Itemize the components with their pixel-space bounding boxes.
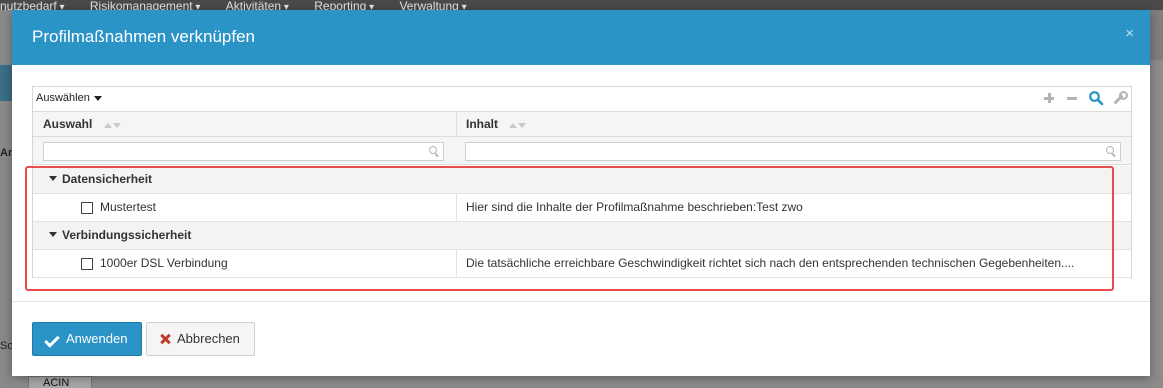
nav-item: Reporting — [314, 0, 374, 10]
background-tab: ACIN — [28, 376, 92, 388]
check-icon — [45, 333, 58, 342]
grid-tool-icons — [1038, 90, 1128, 106]
apply-button[interactable]: Anwenden — [32, 322, 142, 356]
search-icon — [1106, 146, 1117, 157]
select-dropdown[interactable]: Auswählen — [36, 92, 102, 104]
nav-item: Verwaltung — [399, 0, 466, 10]
group-row-connection-security[interactable]: Verbindungssicherheit — [33, 222, 1131, 250]
group-label: Datensicherheit — [62, 172, 153, 186]
row-checkbox[interactable] — [81, 202, 93, 214]
cancel-button-label: Abbrechen — [177, 331, 240, 346]
selection-filter-input[interactable] — [43, 142, 444, 161]
row-content: Hier sind die Inhalte der Profilmaßnahme… — [466, 200, 803, 214]
cell-divider — [456, 250, 457, 278]
chevron-down-icon — [49, 232, 57, 238]
dialog-header: Profilmaßnahmen verknüpfen × — [12, 10, 1150, 65]
chevron-down-icon — [93, 95, 102, 101]
wrench-icon[interactable] — [1111, 90, 1128, 106]
group-toggle[interactable]: Verbindungssicherheit — [49, 222, 191, 249]
grid-header-row: Auswahl Inhalt — [33, 111, 1131, 137]
collapse-all-icon[interactable] — [1064, 90, 1080, 106]
select-dropdown-label: Auswählen — [36, 92, 90, 104]
background-accent-strip — [0, 65, 12, 101]
close-icon[interactable]: × — [1125, 25, 1134, 42]
group-row-data-security[interactable]: Datensicherheit — [33, 166, 1131, 194]
grid-filter-row — [33, 137, 1131, 165]
close-icon — [160, 334, 170, 344]
row-checkbox[interactable] — [81, 258, 93, 270]
grid-toolbar: Auswählen — [33, 87, 1131, 111]
background-nav-bar: nutzbedarf Risikomanagement Aktivitäten … — [0, 0, 1163, 10]
footer-divider — [12, 301, 1150, 302]
column-header-label: Auswahl — [43, 117, 93, 131]
search-icon[interactable] — [1088, 90, 1104, 106]
measures-grid: Auswählen Auswahl Inhalt Datensicherheit… — [32, 86, 1132, 278]
background-left-panel: An So — [0, 10, 15, 388]
row-name: 1000er DSL Verbindung — [100, 256, 228, 270]
expand-all-icon[interactable] — [1041, 90, 1057, 106]
row-name: Mustertest — [100, 200, 157, 214]
background-right-panel — [1150, 60, 1163, 380]
apply-button-label: Anwenden — [66, 331, 128, 346]
nav-item: Aktivitäten — [226, 0, 289, 10]
column-header-selection[interactable]: Auswahl — [43, 112, 122, 137]
column-header-label: Inhalt — [466, 117, 498, 131]
table-row[interactable]: Mustertest Hier sind die Inhalte der Pro… — [33, 194, 1131, 222]
nav-item: nutzbedarf — [0, 0, 65, 10]
search-icon — [429, 146, 440, 157]
cancel-button[interactable]: Abbrechen — [146, 322, 255, 356]
content-filter-input[interactable] — [465, 142, 1121, 161]
cell-divider — [456, 194, 457, 222]
group-toggle[interactable]: Datensicherheit — [49, 166, 152, 193]
nav-item: Risikomanagement — [90, 0, 201, 10]
column-divider[interactable] — [456, 112, 457, 137]
sort-icon[interactable] — [509, 112, 527, 137]
group-label: Verbindungssicherheit — [62, 228, 192, 242]
chevron-down-icon — [49, 176, 57, 182]
link-measures-dialog: Profilmaßnahmen verknüpfen × Auswählen A… — [12, 10, 1150, 376]
dialog-title: Profilmaßnahmen verknüpfen — [32, 27, 256, 46]
table-row[interactable]: 1000er DSL Verbindung Die tatsächliche e… — [33, 250, 1131, 278]
sort-icon[interactable] — [103, 112, 122, 137]
row-content: Die tatsächliche erreichbare Geschwindig… — [466, 256, 1075, 270]
background-bottom-bar: ACIN — [12, 376, 1163, 388]
column-header-content[interactable]: Inhalt — [466, 112, 527, 137]
